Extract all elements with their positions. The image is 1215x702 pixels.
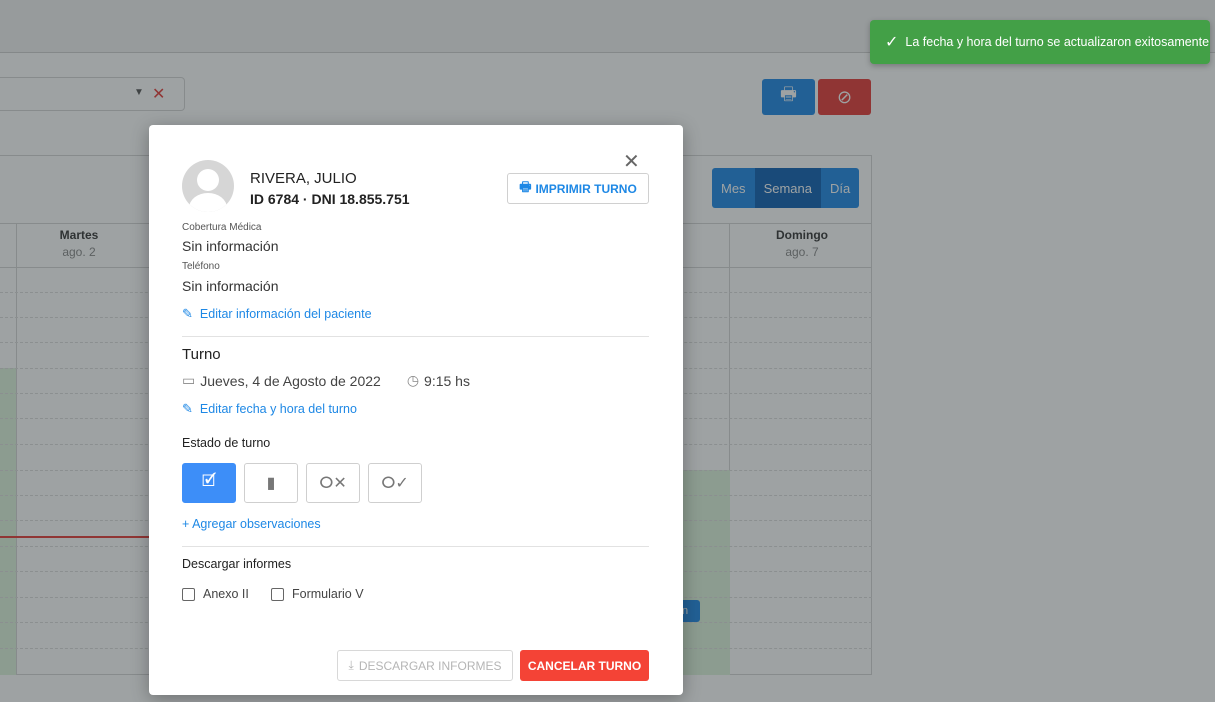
download-reports-button[interactable]: ⤓ DESCARGAR INFORMES (337, 650, 513, 681)
informes-title: Descargar informes (182, 557, 292, 571)
checkbox-box[interactable] (182, 587, 195, 601)
estado-present-button[interactable]: ▮ (244, 463, 298, 503)
estado-absent-button[interactable]: ⵔ✕ (306, 463, 360, 503)
pencil-icon: ✎ (182, 306, 193, 321)
avatar (182, 160, 234, 212)
edit-patient-link[interactable]: ✎ Editar información del paciente (182, 306, 372, 322)
coverage-label: Cobertura Médica (182, 222, 262, 233)
phone-label: Teléfono (182, 261, 220, 272)
pencil-icon: ✎ (182, 401, 193, 416)
anexo-checkbox[interactable]: Anexo II (182, 587, 249, 601)
appointment-datetime: ▭ Jueves, 4 de Agosto de 2022 ◷ 9:15 hs (182, 372, 470, 389)
formulario-checkbox[interactable]: Formulario V (271, 587, 364, 601)
close-icon[interactable]: ✕ (623, 152, 640, 172)
patient-name: RIVERA, JULIO (250, 170, 357, 187)
success-toast: ✓ La fecha y hora del turno se actualiza… (870, 20, 1210, 64)
edit-datetime-label: Editar fecha y hora del turno (199, 402, 357, 416)
anexo-label: Anexo II (203, 587, 249, 601)
divider (182, 546, 649, 547)
printer-icon: 🖶 (519, 178, 532, 194)
add-observations-link[interactable]: + Agregar observaciones (182, 517, 321, 531)
cancel-appointment-label: CANCELAR TURNO (527, 658, 642, 673)
estado-attended-button[interactable]: ⵔ✓ (368, 463, 422, 503)
download-reports-label: DESCARGAR INFORMES (358, 658, 502, 673)
download-icon: ⤓ (348, 658, 354, 672)
calendar-check-icon: 🗹 (201, 472, 217, 490)
cancel-appointment-button[interactable]: CANCELAR TURNO (520, 650, 649, 681)
estado-scheduled-button[interactable]: 🗹 (182, 463, 236, 503)
appointment-date: Jueves, 4 de Agosto de 2022 (200, 372, 381, 389)
check-icon: ✓ (885, 34, 899, 51)
user-check-icon: ⵔ✓ (381, 475, 409, 492)
estado-button-group: 🗹 ▮ ⵔ✕ ⵔ✓ (182, 463, 422, 503)
coverage-value: Sin información (182, 238, 279, 254)
edit-patient-label: Editar información del paciente (199, 307, 372, 321)
print-appointment-button[interactable]: 🖶 IMPRIMIR TURNO (507, 173, 649, 204)
checkbox-box[interactable] (271, 587, 284, 601)
turno-title: Turno (182, 346, 221, 363)
appointment-time: 9:15 hs (424, 372, 470, 389)
patient-id: ID 6784 · DNI 18.855.751 (250, 191, 410, 207)
appointment-time-group: ◷ 9:15 hs (407, 372, 470, 389)
door-icon: ▮ (266, 475, 276, 492)
toast-message: La fecha y hora del turno se actualizaro… (905, 35, 1210, 49)
clock-icon: ◷ (406, 372, 420, 388)
calendar-icon: ▭ (182, 372, 196, 388)
user-x-icon: ⵔ✕ (319, 475, 347, 492)
formulario-label: Formulario V (292, 587, 364, 601)
estado-title: Estado de turno (182, 436, 271, 450)
appointment-modal: ✕ RIVERA, JULIO ID 6784 · DNI 18.855.751… (149, 125, 683, 695)
divider (182, 336, 649, 337)
phone-value: Sin información (182, 278, 279, 294)
print-appointment-label: IMPRIMIR TURNO (535, 181, 637, 196)
edit-datetime-link[interactable]: ✎ Editar fecha y hora del turno (182, 401, 357, 417)
